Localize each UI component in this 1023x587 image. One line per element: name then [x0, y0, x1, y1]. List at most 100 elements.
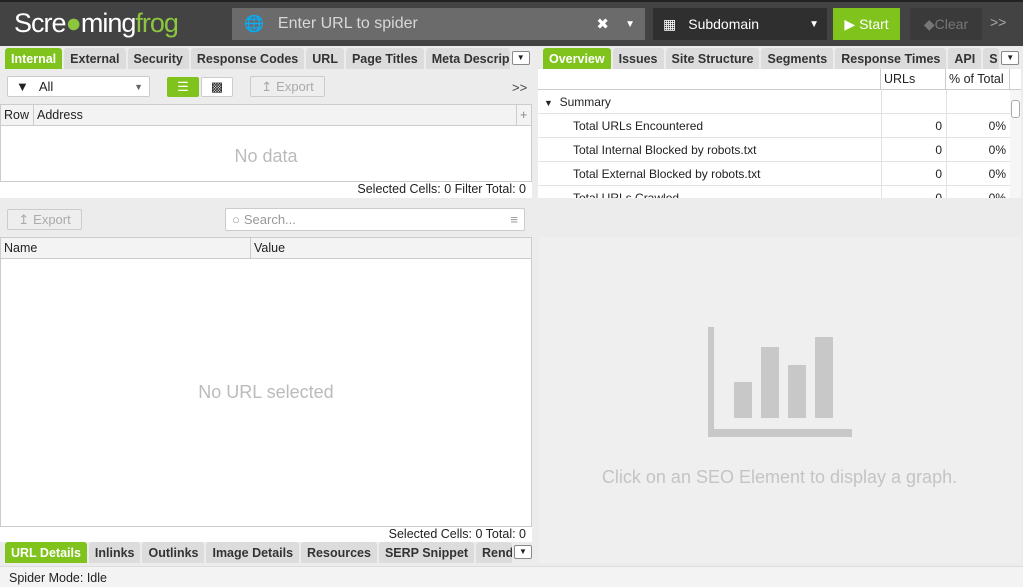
filter-icon: ▼: [16, 79, 29, 94]
scrollbar[interactable]: [1010, 90, 1021, 198]
row-pct: 0%: [946, 138, 1010, 161]
globe-icon: 🌐: [244, 16, 264, 33]
clear-url-icon[interactable]: ✖: [596, 15, 609, 33]
bottom-tabs: URL Details Inlinks Outlinks Image Detai…: [5, 542, 532, 563]
tab-rendered[interactable]: Rend: [476, 542, 512, 563]
status-bar: Spider Mode: Idle: [0, 566, 1023, 587]
mode-label: Subdomain: [688, 16, 760, 32]
tab-internal[interactable]: Internal: [5, 48, 63, 69]
tabs-overflow-dropdown[interactable]: ▼: [1001, 51, 1020, 65]
tab-page-titles[interactable]: Page Titles: [345, 48, 424, 69]
row-label: Total URLs Encountered: [573, 118, 704, 133]
bar-chart-icon: [708, 327, 852, 437]
row-urls: 0: [881, 186, 946, 198]
tab-meta-description[interactable]: Meta Descrip: [425, 48, 510, 69]
list-view-button[interactable]: ☰: [167, 77, 199, 97]
column-urls[interactable]: URLs: [881, 69, 946, 89]
lower-export-button[interactable]: ↥ Export: [7, 209, 82, 230]
table-header: URLs % of Total: [538, 69, 1021, 90]
top-table: Row Address + No data: [0, 104, 532, 182]
logo: Scre●mingfrog: [14, 8, 179, 38]
scrollbar-thumb[interactable]: [1011, 100, 1020, 118]
tabs-overflow-dropdown[interactable]: ▼: [511, 51, 530, 65]
search-icon: ○: [232, 212, 240, 227]
overview-row[interactable]: Total Internal Blocked by robots.txt 0 0%: [538, 138, 1010, 162]
tab-image-details[interactable]: Image Details: [206, 542, 300, 563]
row-label: Total Internal Blocked by robots.txt: [573, 142, 757, 157]
export-label: Export: [276, 79, 314, 94]
tab-resources[interactable]: Resources: [301, 542, 377, 563]
search-input[interactable]: ○ Search... ≡: [225, 208, 525, 231]
row-pct: 0%: [946, 186, 1010, 198]
tabs-overflow-dropdown[interactable]: ▼: [514, 545, 532, 559]
column-label: [538, 69, 881, 89]
sitemap-icon: ▦: [663, 15, 677, 32]
row-label: Total URLs Crawled: [573, 190, 680, 199]
overview-row[interactable]: Total URLs Crawled 0 0%: [538, 186, 1010, 198]
tab-issues[interactable]: Issues: [612, 48, 664, 69]
left-tabs: Internal External Security Response Code…: [5, 48, 532, 69]
upload-icon: ↥: [261, 78, 273, 94]
tab-url-details[interactable]: URL Details: [5, 542, 87, 563]
settings-sliders-icon[interactable]: ≡: [510, 212, 518, 227]
tab-external[interactable]: External: [64, 48, 126, 69]
tab-s[interactable]: S: [983, 48, 1000, 69]
play-icon: ▶: [844, 15, 856, 32]
export-label: Export: [33, 212, 71, 227]
table-header: Name Value: [1, 238, 531, 259]
tree-icon: ▩: [210, 79, 224, 94]
collapse-icon[interactable]: ▼: [544, 98, 553, 108]
graph-message: Click on an SEO Element to display a gra…: [601, 467, 958, 487]
tree-view-button[interactable]: ▩: [201, 77, 233, 97]
empty-message: No URL selected: [198, 382, 334, 402]
tab-overview[interactable]: Overview: [543, 48, 611, 69]
tab-response-codes[interactable]: Response Codes: [190, 48, 305, 69]
summary-group-row[interactable]: ▼ Summary: [538, 90, 1010, 114]
tab-site-structure[interactable]: Site Structure: [665, 48, 760, 69]
row-urls: 0: [881, 162, 946, 185]
overview-row[interactable]: Total URLs Encountered 0 0%: [538, 114, 1010, 138]
top-table-status: Selected Cells: 0 Filter Total: 0: [0, 182, 532, 198]
clear-label: Clear: [934, 16, 969, 32]
eraser-icon: ◆: [923, 15, 935, 32]
list-icon: ☰: [177, 79, 189, 94]
toolbar-more-button[interactable]: >>: [512, 80, 527, 95]
group-label: Summary: [559, 94, 611, 109]
table-header: Row Address +: [1, 105, 531, 126]
tab-serp-snippet[interactable]: SERP Snippet: [378, 542, 475, 563]
row-pct: 0%: [946, 114, 1010, 137]
filter-dropdown[interactable]: ▼ All ▼: [7, 76, 150, 97]
tab-security[interactable]: Security: [127, 48, 189, 69]
row-urls: 0: [881, 138, 946, 161]
column-row[interactable]: Row: [1, 105, 34, 125]
clear-button[interactable]: ◆ Clear: [910, 8, 982, 40]
export-button[interactable]: ↥ Export: [250, 76, 325, 97]
url-history-dropdown[interactable]: ▼: [625, 19, 635, 30]
url-input[interactable]: 🌐 Enter URL to spider ✖ ▼: [232, 8, 645, 40]
filter-value: All: [38, 79, 54, 94]
column-name[interactable]: Name: [1, 238, 251, 258]
column-address[interactable]: Address: [34, 105, 517, 125]
overview-table: URLs % of Total ▼ Summary Total URLs Enc…: [538, 69, 1021, 198]
start-label: Start: [859, 16, 889, 32]
tab-inlinks[interactable]: Inlinks: [88, 542, 141, 563]
tab-outlinks[interactable]: Outlinks: [142, 542, 205, 563]
more-button[interactable]: >>: [990, 14, 1006, 30]
details-status: Selected Cells: 0 Total: 0: [0, 527, 532, 542]
start-button[interactable]: ▶ Start: [833, 8, 900, 40]
column-pct[interactable]: % of Total: [946, 69, 1010, 89]
upload-icon: ↥: [18, 211, 30, 227]
overview-row[interactable]: Total External Blocked by robots.txt 0 0%: [538, 162, 1010, 186]
url-placeholder: Enter URL to spider: [277, 15, 418, 32]
tab-api[interactable]: API: [948, 48, 982, 69]
row-label: Total External Blocked by robots.txt: [573, 166, 761, 181]
chevron-down-icon: ▼: [809, 18, 819, 30]
mode-dropdown[interactable]: ▦ Subdomain ▼: [653, 8, 827, 40]
column-value[interactable]: Value: [251, 238, 531, 258]
add-column-icon[interactable]: +: [517, 105, 531, 125]
header-spacer: [1010, 69, 1021, 89]
empty-message: No data: [234, 146, 298, 166]
tab-response-times[interactable]: Response Times: [835, 48, 947, 69]
tab-url[interactable]: URL: [306, 48, 344, 69]
tab-segments[interactable]: Segments: [761, 48, 834, 69]
